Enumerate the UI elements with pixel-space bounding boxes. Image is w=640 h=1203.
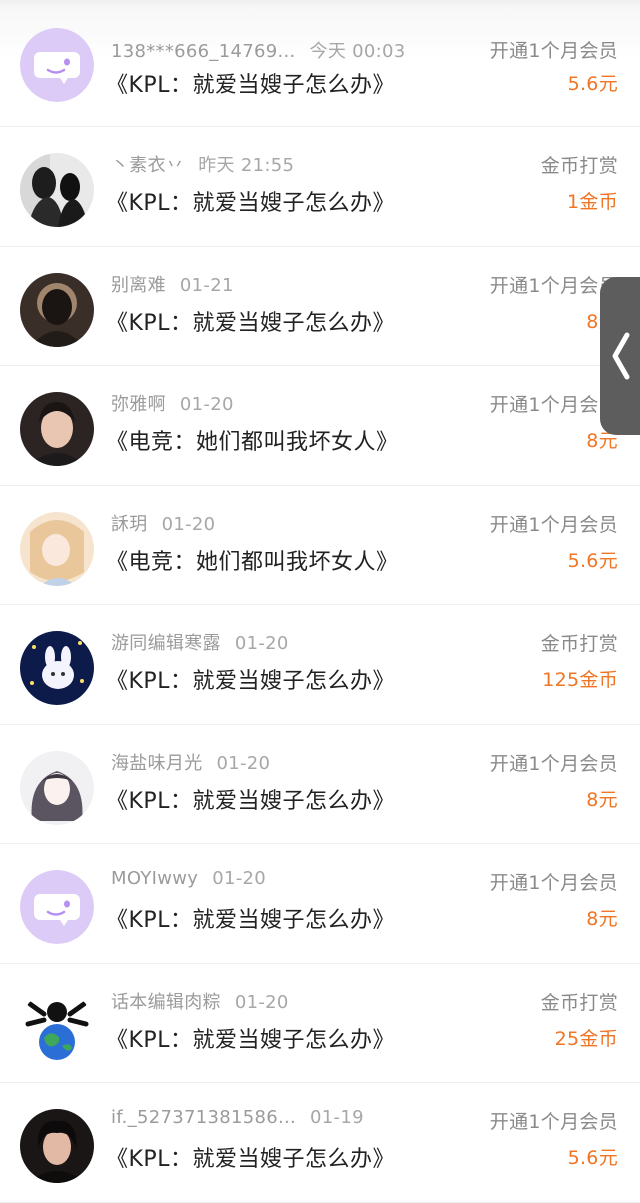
book-title: 《KPL：就爱当嫂子怎么办》 <box>106 191 395 216</box>
avatar[interactable] <box>20 28 94 102</box>
avatar[interactable] <box>20 392 94 466</box>
record-type: 金币打赏 <box>540 155 618 177</box>
list-item[interactable]: MOYIwwy 01-20 《KPL：就爱当嫂子怎么办》 开通1个月会员 8元 <box>0 844 640 964</box>
username: 别离难 <box>111 274 166 296</box>
record-meta: 游同编辑寒露 01-20 <box>111 629 289 655</box>
book-title: 《KPL：就爱当嫂子怎么办》 <box>106 1147 395 1172</box>
avatar[interactable] <box>20 511 94 586</box>
list-item[interactable]: 訸玥 01-20 《电竞：她们都叫我坏女人》 开通1个月会员 5.6元 <box>0 486 640 605</box>
record-amount: 8元 <box>586 908 618 930</box>
record-meta: if._527371381586... 01-19 <box>111 1107 364 1128</box>
avatar[interactable] <box>20 870 94 944</box>
record-amount: 25金币 <box>554 1027 618 1050</box>
username: 弥雅啊 <box>111 394 166 415</box>
timestamp: 01-20 <box>212 868 267 889</box>
timestamp: 01-21 <box>179 274 234 296</box>
record-meta: 丶素衣丷 昨天 21:55 <box>111 151 294 177</box>
book-title: 《KPL：就爱当嫂子怎么办》 <box>106 669 395 694</box>
timestamp: 昨天 21:55 <box>198 155 295 176</box>
username: MOYIwwy <box>111 868 199 889</box>
username: 丶素衣丷 <box>111 155 185 176</box>
record-type: 开通1个月会员 <box>489 1111 618 1133</box>
timestamp: 01-20 <box>234 991 289 1013</box>
book-title: 《KPL：就爱当嫂子怎么办》 <box>106 310 395 336</box>
list-item[interactable]: 海盐味月光 01-20 《KPL：就爱当嫂子怎么办》 开通1个月会员 8元 <box>0 725 640 844</box>
avatar[interactable] <box>20 272 94 347</box>
record-amount: 5.6元 <box>567 549 618 572</box>
username: 訸玥 <box>111 513 148 535</box>
username: 游同编辑寒露 <box>111 633 221 654</box>
timestamp: 今天 00:03 <box>309 41 406 62</box>
record-type: 开通1个月会员 <box>489 513 618 536</box>
chevron-left-icon <box>612 332 630 380</box>
record-type: 开通1个月会员 <box>489 274 618 297</box>
book-title: 《电竞：她们都叫我坏女人》 <box>106 549 399 575</box>
list-item[interactable]: 话本编辑肉粽 01-20 《KPL：就爱当嫂子怎么办》 金币打赏 25金币 <box>0 964 640 1083</box>
record-meta: 訸玥 01-20 <box>111 510 215 536</box>
record-type: 开通1个月会员 <box>489 394 618 416</box>
list-item[interactable]: 138***666_14769... 今天 00:03 《KPL：就爱当嫂子怎么办… <box>0 0 640 127</box>
record-amount: 5.6元 <box>567 1147 618 1169</box>
timestamp: 01-20 <box>234 633 289 654</box>
record-amount: 125金币 <box>542 669 618 691</box>
username: 138***666_14769... <box>111 41 296 62</box>
record-type: 开通1个月会员 <box>489 872 618 894</box>
timestamp: 01-20 <box>179 394 234 415</box>
record-meta: MOYIwwy 01-20 <box>111 868 266 889</box>
record-amount: 8元 <box>586 788 618 811</box>
record-meta: 别离难 01-21 <box>111 271 234 297</box>
record-type: 金币打赏 <box>540 991 618 1014</box>
income-record-list[interactable]: 138***666_14769... 今天 00:03 《KPL：就爱当嫂子怎么办… <box>0 0 640 1203</box>
list-item[interactable]: 弥雅啊 01-20 《电竞：她们都叫我坏女人》 开通1个月会员 8元 <box>0 366 640 486</box>
list-item[interactable]: 游同编辑寒露 01-20 《KPL：就爱当嫂子怎么办》 金币打赏 125金币 <box>0 605 640 725</box>
username: 海盐味月光 <box>111 752 203 774</box>
list-item[interactable]: if._527371381586... 01-19 《KPL：就爱当嫂子怎么办》 … <box>0 1083 640 1203</box>
avatar[interactable] <box>20 1109 94 1183</box>
username: 话本编辑肉粽 <box>111 991 221 1013</box>
record-type: 金币打赏 <box>540 633 618 655</box>
book-title: 《KPL：就爱当嫂子怎么办》 <box>106 788 395 814</box>
timestamp: 01-20 <box>161 513 216 535</box>
username: if._527371381586... <box>111 1107 297 1128</box>
illustration-avatar <box>20 631 94 705</box>
earth-avatar <box>20 989 94 1064</box>
photo-avatar <box>20 153 94 227</box>
record-meta: 话本编辑肉粽 01-20 <box>111 988 289 1014</box>
record-meta: 弥雅啊 01-20 <box>111 390 234 416</box>
avatar[interactable] <box>20 989 94 1064</box>
record-meta: 138***666_14769... 今天 00:03 <box>111 37 406 63</box>
timestamp: 01-19 <box>310 1107 364 1128</box>
list-item[interactable]: 丶素衣丷 昨天 21:55 《KPL：就爱当嫂子怎么办》 金币打赏 1金币 <box>0 127 640 247</box>
record-type: 开通1个月会员 <box>489 752 618 775</box>
avatar[interactable] <box>20 153 94 227</box>
timestamp: 01-20 <box>216 752 271 774</box>
default-purple-icon <box>20 870 94 944</box>
avatar[interactable] <box>20 631 94 705</box>
book-title: 《KPL：就爱当嫂子怎么办》 <box>106 1027 395 1053</box>
record-type: 开通1个月会员 <box>489 40 618 62</box>
list-item[interactable]: 别离难01-21 《KPL：就爱当嫂子怎么办》 开通1个月会员 8元 <box>0 247 640 366</box>
book-title: 《电竞：她们都叫我坏女人》 <box>106 430 399 455</box>
record-meta: 海盐味月光 01-20 <box>111 749 270 775</box>
book-title: 《KPL：就爱当嫂子怎么办》 <box>106 908 395 933</box>
photo-avatar <box>20 1109 94 1183</box>
avatar[interactable] <box>20 750 94 825</box>
default-purple-icon <box>20 28 94 102</box>
record-amount: 5.6元 <box>567 73 618 95</box>
illustration-avatar <box>20 511 94 586</box>
illustration-avatar <box>20 750 94 825</box>
photo-avatar <box>20 272 94 347</box>
record-amount: 1金币 <box>567 191 618 213</box>
side-collapse-tab[interactable] <box>600 277 640 435</box>
photo-avatar <box>20 392 94 466</box>
book-title: 《KPL：就爱当嫂子怎么办》 <box>106 73 395 98</box>
